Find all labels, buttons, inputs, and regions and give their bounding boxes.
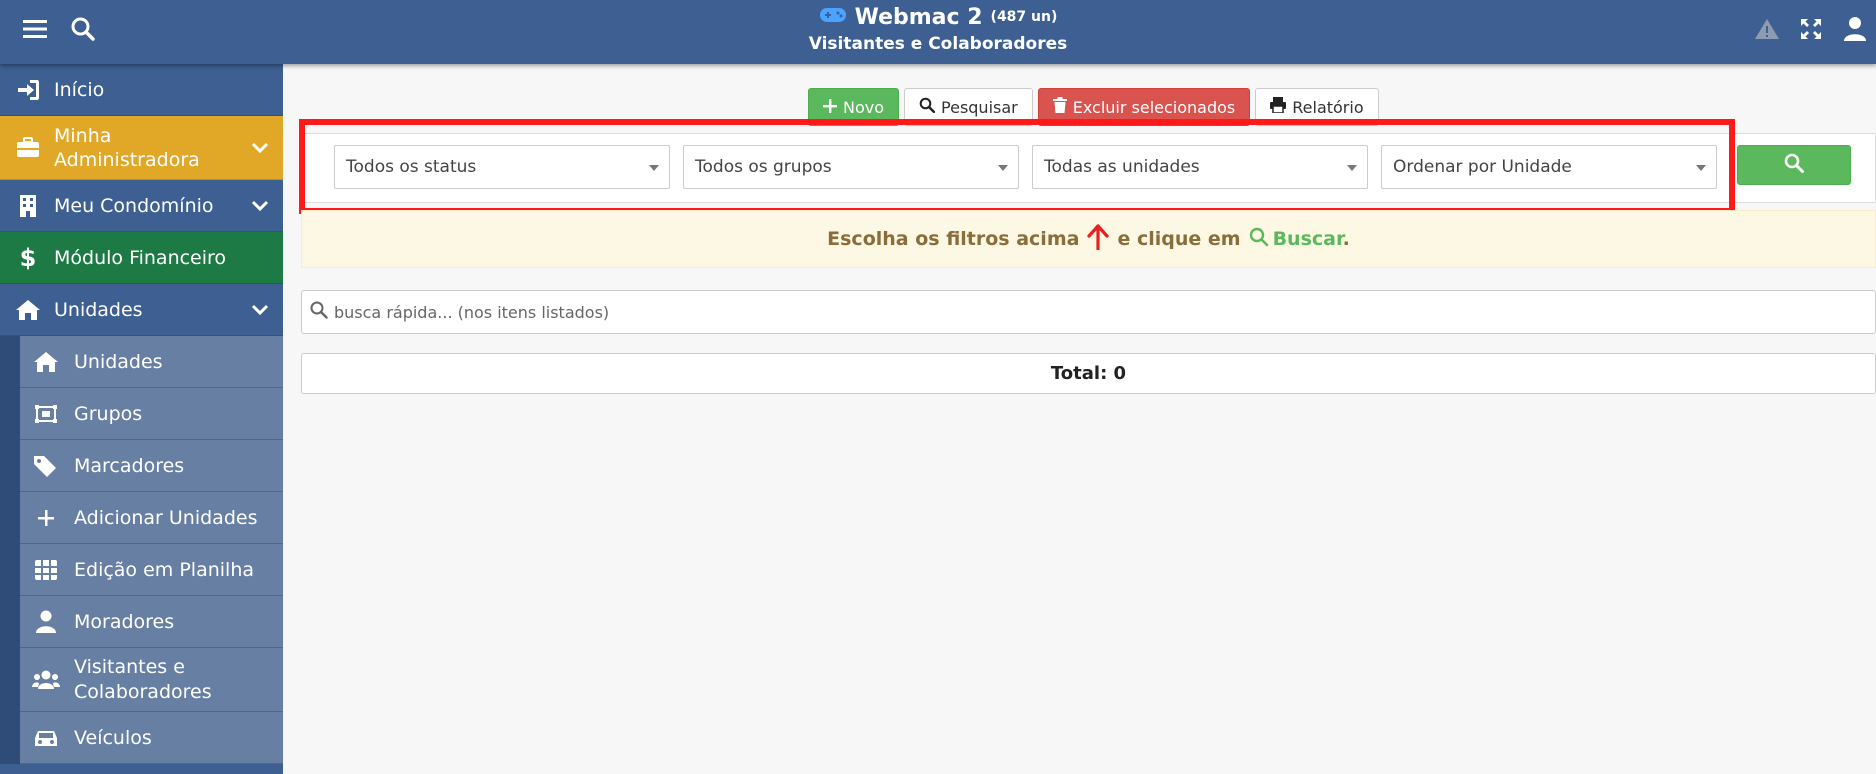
submenu-item-label: Unidades <box>74 350 163 373</box>
trash-icon <box>1052 97 1067 117</box>
app-name: Webmac 2 <box>854 4 983 30</box>
chevron-down-icon <box>251 136 269 160</box>
unit-count: (487 un) <box>990 9 1058 25</box>
sidebar-item-label: Minha Administradora <box>54 124 200 171</box>
submenu-item-unidades[interactable]: Unidades <box>20 336 283 388</box>
expand-icon[interactable] <box>1796 14 1826 44</box>
caret-down-icon <box>1696 165 1706 171</box>
plus-icon <box>32 504 60 532</box>
submenu-item-grupos[interactable]: Grupos <box>20 388 283 440</box>
print-icon <box>1270 97 1287 117</box>
order-select[interactable]: Ordenar por Unidade <box>1381 145 1717 189</box>
filter-hint: Escolha os filtros acima e clique em Bus… <box>301 210 1876 268</box>
user-icon <box>32 608 60 636</box>
submenu-item-adicionar-unidades[interactable]: Adicionar Unidades <box>20 492 283 544</box>
buscar-text: Buscar. <box>1272 228 1350 250</box>
submenu-item-visitantes[interactable]: Visitantes e Colaboradores <box>20 648 283 712</box>
submenu-item-veiculos[interactable]: Veículos <box>20 712 283 764</box>
sidebar-item-minha-administradora[interactable]: Minha Administradora <box>0 116 283 180</box>
caret-down-icon <box>649 165 659 171</box>
quick-search[interactable] <box>301 290 1876 334</box>
submenu-item-label: Veículos <box>74 726 152 749</box>
sidebar-item-label: Início <box>54 78 105 101</box>
filter-bar: Todos os status Todos os grupos Todas as… <box>301 133 1876 203</box>
sign-in-icon <box>14 76 42 104</box>
sidebar-item-label: Unidades <box>54 298 143 321</box>
search-icon <box>1249 227 1269 252</box>
sidebar-item-meu-condominio[interactable]: Meu Condomínio <box>0 180 283 232</box>
users-icon <box>32 666 60 694</box>
submenu-unidades: Unidades Grupos Marcadores Adicionar Uni… <box>0 336 283 764</box>
car-icon <box>32 724 60 752</box>
tags-icon <box>32 452 60 480</box>
top-header: Webmac 2 (487 un) Visitantes e Colaborad… <box>0 0 1876 64</box>
submenu-item-label: Moradores <box>74 610 175 633</box>
home-icon <box>32 348 60 376</box>
submenu-item-marcadores[interactable]: Marcadores <box>20 440 283 492</box>
sidebar-item-modulo-financeiro[interactable]: $ Módulo Financeiro <box>0 232 283 284</box>
table-icon <box>32 556 60 584</box>
submenu-item-moradores[interactable]: Moradores <box>20 596 283 648</box>
submenu-item-label: Grupos <box>74 402 143 425</box>
submenu-item-label: Visitantes e Colaboradores <box>74 655 212 703</box>
status-select[interactable]: Todos os status <box>334 145 670 189</box>
search-button[interactable]: Pesquisar <box>904 88 1033 126</box>
search-icon <box>919 97 936 117</box>
delete-selected-button[interactable]: Excluir selecionados <box>1037 88 1251 126</box>
sidebar-item-unidades[interactable]: Unidades <box>0 284 283 336</box>
chevron-down-icon <box>251 195 269 217</box>
filter-search-button[interactable] <box>1737 145 1851 185</box>
chevron-down-icon <box>251 299 269 321</box>
sidebar-item-label: Meu Condomínio <box>54 194 214 217</box>
warning-icon[interactable] <box>1752 14 1782 44</box>
object-group-icon <box>32 400 60 428</box>
home-icon <box>14 296 42 324</box>
toolbar: Novo Pesquisar Excluir selecionados Rela… <box>808 88 1379 126</box>
new-button[interactable]: Novo <box>808 88 900 126</box>
arrow-up-icon <box>1087 223 1110 255</box>
report-button[interactable]: Relatório <box>1255 88 1379 126</box>
main-content: Novo Pesquisar Excluir selecionados Rela… <box>283 64 1876 774</box>
units-select[interactable]: Todas as unidades <box>1032 145 1368 189</box>
page-title: Visitantes e Colaboradores <box>808 34 1068 54</box>
sidebar-item-inicio[interactable]: Início <box>0 64 283 116</box>
groups-select[interactable]: Todos os grupos <box>683 145 1019 189</box>
submenu-item-label: Edição em Planilha <box>74 558 254 581</box>
sidebar-item-label: Módulo Financeiro <box>54 246 227 269</box>
search-icon <box>310 301 328 323</box>
caret-down-icon <box>1347 165 1357 171</box>
briefcase-icon <box>14 134 42 162</box>
dollar-icon: $ <box>19 243 37 272</box>
building-icon <box>14 192 42 220</box>
gamepad-icon <box>819 5 847 30</box>
submenu-item-label: Adicionar Unidades <box>74 506 258 529</box>
total-count: Total: 0 <box>301 353 1876 394</box>
quick-search-input[interactable] <box>334 302 1834 322</box>
submenu-item-edicao-planilha[interactable]: Edição em Planilha <box>20 544 283 596</box>
search-icon <box>1784 153 1804 177</box>
caret-down-icon <box>998 165 1008 171</box>
sidebar: Início Minha Administradora Meu Condomín… <box>0 64 283 774</box>
submenu-item-label: Marcadores <box>74 454 185 477</box>
plus-icon <box>823 98 837 117</box>
user-icon[interactable] <box>1840 14 1870 44</box>
